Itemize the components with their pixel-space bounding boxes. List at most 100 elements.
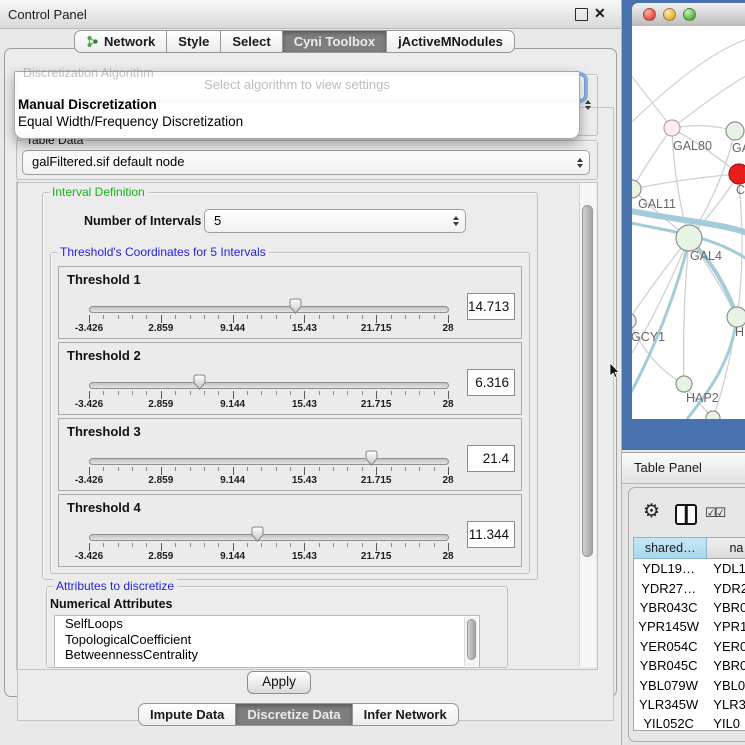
table-row[interactable]: YDR27…YDR2 — [634, 578, 745, 597]
close-icon[interactable]: ✕ — [594, 5, 606, 22]
node-label: GAL4 — [690, 249, 722, 263]
attribute-item-selfloops[interactable]: SelfLoops — [55, 616, 479, 632]
cell-name: YBR0 — [703, 600, 745, 615]
attributes-scrollbar-thumb[interactable] — [467, 619, 476, 660]
control-panel-window: Control Panel ✕ NetworkStyleSelect Cyni T… — [0, 0, 622, 745]
slider-track[interactable] — [89, 534, 449, 541]
tab-select[interactable]: Select — [221, 30, 282, 53]
table-row[interactable]: YPR145WYPR1 — [634, 617, 745, 636]
network-node[interactable] — [676, 225, 702, 251]
threshold-value-field[interactable]: 6.316 — [467, 369, 515, 396]
slider-thumb[interactable] — [192, 374, 207, 391]
node-label: H — [735, 325, 744, 339]
network-canvas[interactable]: GAL80GAGAL11CGAL4GCY1HHAP2 — [632, 26, 745, 419]
tab-style[interactable]: Style — [167, 30, 221, 53]
threshold-label: Threshold 1 — [67, 272, 141, 287]
table-row[interactable]: YBR043CYBR0 — [634, 598, 745, 617]
gear-icon[interactable]: ⚙ — [643, 500, 660, 523]
table-data-value: galFiltered.sif default node — [32, 154, 184, 169]
column-header-name[interactable]: na — [707, 537, 745, 559]
slider-thumb[interactable] — [250, 526, 265, 543]
tab-cyni-toolbox[interactable]: Cyni Toolbox — [283, 30, 387, 53]
apply-button[interactable]: Apply — [247, 671, 311, 694]
cell-name: YIL0 — [703, 716, 745, 731]
tab-label: Cyni Toolbox — [294, 34, 375, 49]
network-node[interactable] — [729, 164, 745, 184]
network-edge[interactable] — [632, 238, 689, 371]
tab-network[interactable]: Network — [74, 30, 167, 53]
attribute-item-betweennesscentrality[interactable]: BetweennessCentrality — [55, 647, 479, 663]
scale-label: 21.715 — [361, 323, 392, 334]
attributes-scrollbar[interactable] — [464, 617, 478, 666]
slider-thumb[interactable] — [364, 450, 379, 467]
slider-track[interactable] — [89, 306, 449, 313]
table-row[interactable]: YDL19…YDL1 — [634, 559, 745, 578]
minimize-traffic-light-icon[interactable] — [663, 8, 676, 21]
vertical-scrollbar-thumb[interactable] — [582, 205, 593, 557]
tab-discretize-data[interactable]: Discretize Data — [236, 703, 352, 726]
slider-thumb[interactable] — [288, 298, 303, 315]
threshold-label: Threshold 2 — [67, 348, 141, 363]
mouse-cursor — [609, 363, 620, 378]
network-edge[interactable] — [672, 74, 745, 128]
table-panel-title: Table Panel — [634, 460, 702, 475]
network-node[interactable] — [706, 411, 720, 419]
table-row[interactable]: YLR345WYLR3 — [634, 695, 745, 714]
network-edge[interactable] — [632, 238, 689, 321]
scale-label: 15.43 — [292, 551, 317, 562]
table-panel-titlebar: Table Panel — [622, 452, 745, 484]
network-window-titlebar — [632, 3, 745, 27]
cyni-bottom-tabs: Impute Data Discretize DataInfer Network — [138, 703, 459, 726]
split-view-icon[interactable] — [675, 504, 697, 525]
vertical-scrollbar[interactable] — [579, 183, 596, 667]
scale-label: 2.859 — [148, 475, 173, 486]
network-edge[interactable] — [737, 184, 742, 317]
network-node[interactable] — [664, 120, 680, 136]
network-edge[interactable] — [632, 128, 672, 189]
select-columns-checkboxes-icon[interactable]: ☑☑ — [705, 505, 724, 521]
threshold-value-field[interactable]: 11.344 — [467, 521, 515, 548]
slider-track[interactable] — [89, 458, 449, 465]
table-row[interactable]: YIL052CYIL0 — [634, 714, 745, 731]
node-attribute-table: shared… na YDL19…YDL1YDR27…YDR2YBR043CYB… — [633, 537, 745, 731]
thresholds-group-label: Threshold's Coordinates for 5 Intervals — [57, 245, 269, 259]
network-node[interactable] — [676, 376, 692, 392]
cell-shared-name: YDL19… — [634, 561, 703, 576]
table-row[interactable]: YBR045CYBR0 — [634, 656, 745, 675]
tab-jactivemnodules[interactable]: jActiveMNodules — [387, 30, 515, 53]
tab-infer-network[interactable]: Infer Network — [353, 703, 459, 726]
network-node[interactable] — [727, 307, 745, 327]
number-of-intervals-spinner[interactable]: 5 — [204, 209, 466, 233]
threshold-value-field[interactable]: 14.713 — [467, 293, 515, 320]
network-edge[interactable] — [632, 66, 672, 128]
algorithm-option-equal-width-frequency-discretization[interactable]: Equal Width/Frequency Discretization — [15, 113, 579, 130]
zoom-traffic-light-icon[interactable] — [683, 8, 696, 21]
numerical-attributes-list[interactable]: SelfLoopsTopologicalCoefficientBetweenne… — [54, 615, 480, 668]
slider-track[interactable] — [89, 382, 449, 389]
tab-label: Impute Data — [150, 707, 224, 722]
slider-scale-labels: -3.4262.8599.14415.4321.71528 — [89, 399, 448, 411]
table-header-row: shared… na — [633, 537, 745, 559]
table-row[interactable]: YER054CYER0 — [634, 637, 745, 656]
column-header-shared-name[interactable]: shared… — [633, 537, 707, 559]
tab-impute-data[interactable]: Impute Data — [138, 703, 236, 726]
network-node[interactable] — [632, 180, 641, 198]
threshold-panel-2: Threshold 2 -3.4262.8599.14415.4321.71528… — [58, 342, 522, 415]
attribute-item-topologicalcoefficient[interactable]: TopologicalCoefficient — [55, 632, 479, 648]
network-edge[interactable] — [632, 38, 745, 122]
slider-ticks — [89, 391, 448, 399]
network-edge[interactable] — [632, 174, 739, 189]
network-node[interactable] — [726, 122, 744, 140]
threshold-value-field[interactable]: 21.4 — [467, 445, 515, 472]
close-traffic-light-icon[interactable] — [643, 8, 656, 21]
scale-label: 9.144 — [220, 399, 245, 410]
cell-name: YLR3 — [703, 697, 745, 712]
algorithm-option-manual-discretization[interactable]: Manual Discretization — [15, 96, 579, 113]
table-data-combobox[interactable]: galFiltered.sif default node — [22, 150, 590, 175]
network-node[interactable] — [632, 313, 636, 329]
panel-title: Control Panel — [8, 7, 87, 22]
node-label: HAP2 — [686, 391, 719, 405]
table-row[interactable]: YBL079WYBL0 — [634, 675, 745, 694]
float-window-icon[interactable] — [575, 8, 588, 21]
interval-definition-label: Interval Definition — [49, 185, 148, 199]
